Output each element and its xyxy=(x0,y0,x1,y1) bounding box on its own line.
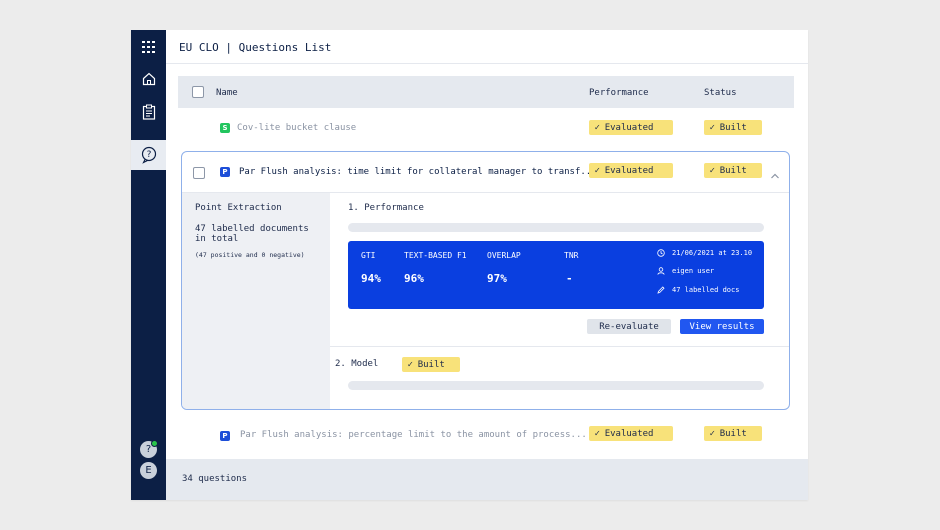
question-summary-panel: Point Extraction 47 labelled documents i… xyxy=(182,193,330,409)
performance-heading: 1. Performance xyxy=(348,203,424,213)
home-icon[interactable] xyxy=(131,64,166,94)
status-badge: ✓ Built xyxy=(704,163,762,178)
question-name[interactable]: Cov-lite bucket clause xyxy=(237,123,356,133)
column-header-status[interactable]: Status xyxy=(704,88,737,98)
column-header-performance[interactable]: Performance xyxy=(589,88,649,98)
metric-value: 94% xyxy=(361,272,381,285)
evaluation-docs: 47 labelled docs xyxy=(657,286,739,294)
metric-label: TNR xyxy=(564,251,579,260)
performance-metrics-box: GTI 94% TEXT-BASED F1 96% OVERLAP 97% TN… xyxy=(348,241,764,309)
table-row[interactable]: P Par Flush analysis: time limit for col… xyxy=(182,152,789,193)
section-divider xyxy=(330,346,789,347)
select-all-checkbox[interactable] xyxy=(192,86,204,98)
status-badge: ✓ Built xyxy=(704,120,762,135)
metric-value: 96% xyxy=(404,272,424,285)
evaluation-user: eigen user xyxy=(657,267,714,275)
evaluation-date: 21/06/2021 at 23.10 xyxy=(657,249,752,257)
question-type-label: Point Extraction xyxy=(195,203,282,213)
check-icon: ✓ xyxy=(594,429,601,438)
collapse-chevron-icon[interactable] xyxy=(770,165,780,184)
metric-label: GTI xyxy=(361,251,376,260)
questions-icon[interactable]: ? xyxy=(131,140,166,170)
question-type-tag: P xyxy=(220,431,230,441)
question-type-tag: S xyxy=(220,123,230,133)
row-checkbox[interactable] xyxy=(193,167,205,179)
re-evaluate-button[interactable]: Re-evaluate xyxy=(587,319,671,334)
metric-label: OVERLAP xyxy=(487,251,521,260)
model-progress-bar xyxy=(348,381,764,390)
performance-progress-bar xyxy=(348,223,764,232)
expanded-question-card: P Par Flush analysis: time limit for col… xyxy=(181,151,790,410)
performance-badge: ✓ Evaluated xyxy=(589,163,673,178)
question-name[interactable]: Par Flush analysis: percentage limit to … xyxy=(240,430,587,440)
app-window: ? ? E EU CLO | Questions List Name Perfo… xyxy=(131,30,808,500)
topbar: EU CLO | Questions List xyxy=(166,30,808,64)
list-footer: 34 questions xyxy=(166,459,808,500)
column-header-name[interactable]: Name xyxy=(216,88,238,98)
page-title: EU CLO | Questions List xyxy=(179,41,332,54)
check-icon: ✓ xyxy=(709,123,716,132)
question-detail-panel: 1. Performance GTI 94% TEXT-BASED F1 96%… xyxy=(330,193,789,409)
pencil-icon xyxy=(657,286,665,294)
labelled-docs-breakdown: (47 positive and 0 negative) xyxy=(195,251,305,259)
table-header: Name Performance Status xyxy=(178,76,794,108)
question-count: 34 questions xyxy=(182,474,248,484)
user-icon xyxy=(657,267,665,275)
performance-badge: ✓ Evaluated xyxy=(589,426,673,441)
check-icon: ✓ xyxy=(407,360,414,369)
question-type-tag: P xyxy=(220,167,230,177)
check-icon: ✓ xyxy=(594,123,601,132)
metric-value: - xyxy=(566,272,573,285)
apps-grid-icon[interactable] xyxy=(131,32,166,62)
user-avatar[interactable]: E xyxy=(140,462,157,479)
model-status-badge: ✓ Built xyxy=(402,357,460,372)
clipboard-icon[interactable] xyxy=(131,97,166,127)
check-icon: ✓ xyxy=(594,166,601,175)
check-icon: ✓ xyxy=(709,429,716,438)
labelled-docs-count: 47 labelled documents xyxy=(195,224,309,234)
status-badge: ✓ Built xyxy=(704,426,762,441)
online-status-dot xyxy=(151,440,158,447)
table-row[interactable]: P Par Flush analysis: percentage limit t… xyxy=(178,425,794,447)
svg-text:?: ? xyxy=(146,150,151,160)
table-row[interactable]: S Cov-lite bucket clause ✓ Evaluated ✓ Bui… xyxy=(178,118,794,140)
clock-icon xyxy=(657,249,665,257)
sidebar: ? ? E xyxy=(131,30,166,500)
labelled-docs-suffix: in total xyxy=(195,234,239,244)
performance-badge: ✓ Evaluated xyxy=(589,120,673,135)
view-results-button[interactable]: View results xyxy=(680,319,764,334)
metric-value: 97% xyxy=(487,272,507,285)
model-heading: 2. Model xyxy=(335,359,379,369)
metric-label: TEXT-BASED F1 xyxy=(404,251,467,260)
question-name[interactable]: Par Flush analysis: time limit for colla… xyxy=(239,167,597,177)
check-icon: ✓ xyxy=(709,166,716,175)
